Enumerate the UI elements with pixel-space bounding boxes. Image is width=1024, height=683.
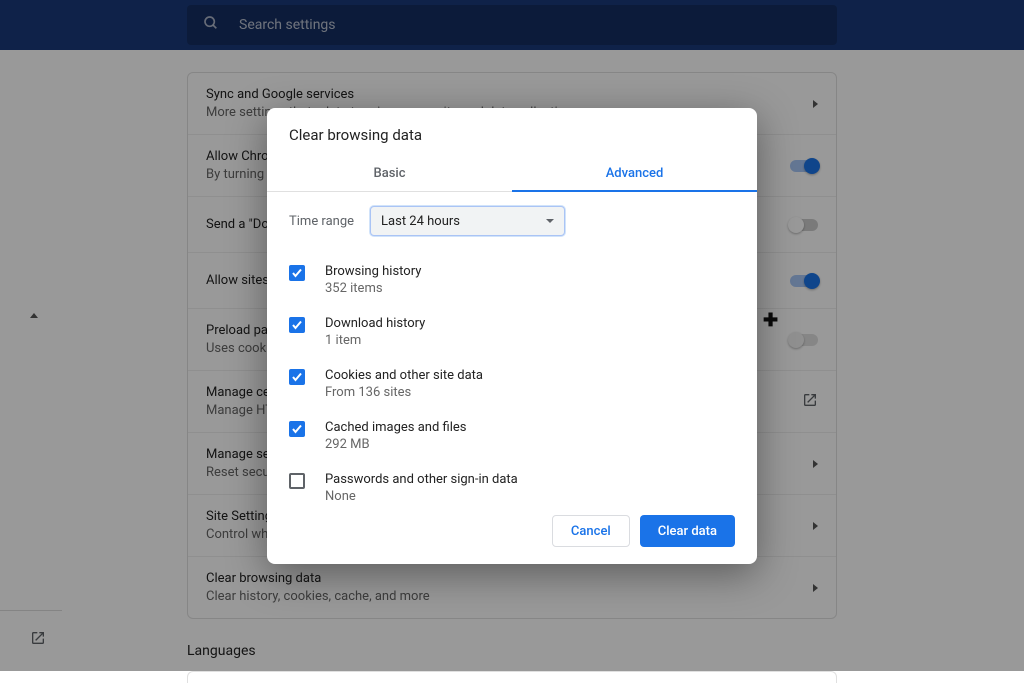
option-title: Browsing history <box>325 264 735 279</box>
dialog-body: Time range Last 24 hours Browsing histor… <box>267 192 757 502</box>
time-range-value: Last 24 hours <box>381 214 460 229</box>
tab-advanced[interactable]: Advanced <box>512 156 757 192</box>
option-sub: None <box>325 489 735 502</box>
time-range-label: Time range <box>289 214 354 229</box>
time-range-select[interactable]: Last 24 hours <box>370 206 565 236</box>
option-sub: 352 items <box>325 281 735 296</box>
option-cached-images[interactable]: Cached images and files 292 MB <box>289 410 735 462</box>
option-passwords[interactable]: Passwords and other sign-in data None <box>289 462 735 502</box>
option-title: Cookies and other site data <box>325 368 735 383</box>
checkbox[interactable] <box>289 265 305 281</box>
checkbox[interactable] <box>289 421 305 437</box>
option-sub: From 136 sites <box>325 385 735 400</box>
checkbox[interactable] <box>289 473 305 489</box>
option-title: Cached images and files <box>325 420 735 435</box>
option-title: Passwords and other sign-in data <box>325 472 735 487</box>
option-sub: 1 item <box>325 333 735 348</box>
time-range-row: Time range Last 24 hours <box>267 192 757 254</box>
dialog-footer: Cancel Clear data <box>267 502 757 564</box>
checkbox[interactable] <box>289 369 305 385</box>
dialog-tabs: Basic Advanced <box>267 156 757 192</box>
option-download-history[interactable]: Download history 1 item <box>289 306 735 358</box>
clear-data-button[interactable]: Clear data <box>640 515 735 547</box>
chevron-down-icon <box>546 219 554 223</box>
tab-basic[interactable]: Basic <box>267 156 512 191</box>
option-title: Download history <box>325 316 735 331</box>
languages-card-start <box>187 671 837 683</box>
dialog-title: Clear browsing data <box>267 108 757 156</box>
option-sub: 292 MB <box>325 437 735 452</box>
clear-data-options: Browsing history 352 items Download hist… <box>267 254 757 502</box>
option-cookies[interactable]: Cookies and other site data From 136 sit… <box>289 358 735 410</box>
modal-overlay: Clear browsing data Basic Advanced Time … <box>0 0 1024 671</box>
checkbox[interactable] <box>289 317 305 333</box>
cancel-button[interactable]: Cancel <box>552 515 630 547</box>
clear-browsing-data-dialog: Clear browsing data Basic Advanced Time … <box>267 108 757 564</box>
option-browsing-history[interactable]: Browsing history 352 items <box>289 254 735 306</box>
